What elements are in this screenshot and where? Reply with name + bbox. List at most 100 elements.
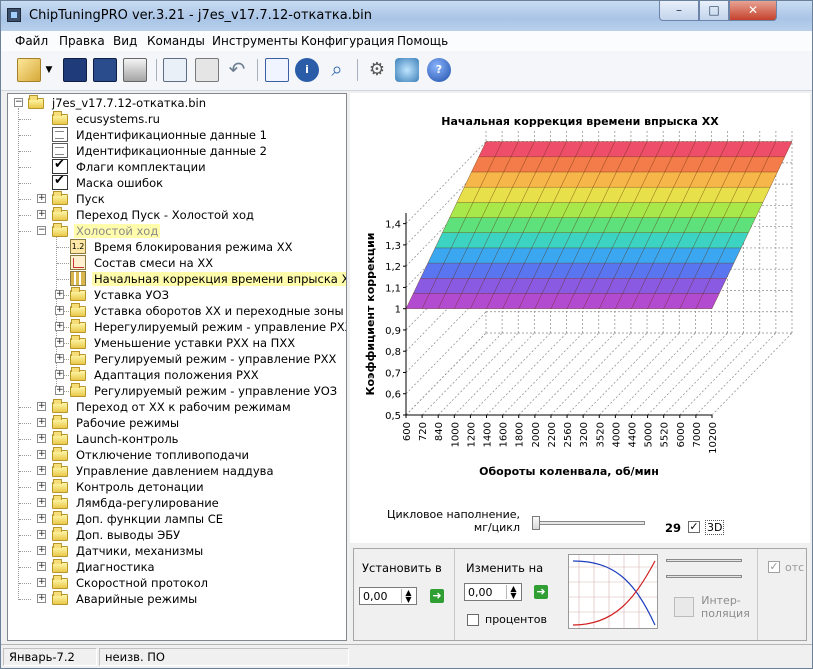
info-icon[interactable]: i bbox=[295, 58, 319, 82]
tree-item-label: Диагностика bbox=[76, 560, 155, 574]
tree-expand-icon[interactable]: − bbox=[37, 226, 46, 235]
tree-expand-icon[interactable]: + bbox=[37, 450, 46, 459]
tree-expand-icon[interactable]: + bbox=[37, 562, 46, 571]
floor-grid-line bbox=[534, 332, 616, 416]
menu-commands[interactable]: Команды bbox=[147, 34, 205, 48]
menu-tools[interactable]: Инструменты bbox=[212, 34, 298, 48]
connect-icon[interactable] bbox=[395, 58, 419, 82]
interp-slider-1[interactable] bbox=[666, 559, 742, 562]
tree-expand-icon[interactable]: + bbox=[37, 594, 46, 603]
tree-item[interactable]: + Рабочие режимы bbox=[8, 415, 338, 431]
tree-item[interactable]: + Уменьшение уставки РХХ на ПХХ bbox=[8, 335, 338, 351]
close-button[interactable]: ✕ bbox=[729, 1, 777, 21]
tree-item[interactable]: + Пуск bbox=[8, 191, 338, 207]
tree-item[interactable]: + Доп. функции лампы CE bbox=[8, 511, 338, 527]
cycle-slider-thumb[interactable] bbox=[532, 516, 540, 530]
save-icon[interactable] bbox=[63, 58, 87, 82]
print-icon[interactable] bbox=[123, 58, 147, 82]
tree-item[interactable]: + Контроль детонации bbox=[8, 479, 338, 495]
tree-guide-branch bbox=[19, 439, 31, 440]
tree-item[interactable]: + Доп. выводы ЭБУ bbox=[8, 527, 338, 543]
tree-item[interactable]: Маска ошибок bbox=[8, 173, 338, 191]
tree-item[interactable]: + Аварийные режимы bbox=[8, 591, 338, 607]
cut-checkbox[interactable]: ✓ bbox=[768, 561, 780, 573]
tree-expand-icon[interactable]: + bbox=[37, 482, 46, 491]
help-icon[interactable]: ? bbox=[427, 58, 451, 82]
tree-item[interactable]: + Управление давлением наддува bbox=[8, 463, 338, 479]
tree-expand-icon[interactable]: + bbox=[55, 306, 64, 315]
tree-expand-icon[interactable]: + bbox=[37, 514, 46, 523]
menu-help[interactable]: Помощь bbox=[397, 34, 448, 48]
tree-expand-icon[interactable]: + bbox=[37, 210, 46, 219]
tree-expand-icon[interactable]: + bbox=[55, 322, 64, 331]
set-value-input[interactable]: 0,00 ▲ ▼ bbox=[359, 587, 417, 605]
floor-grid-line bbox=[631, 332, 712, 416]
tree-item[interactable]: + Датчики, механизмы bbox=[8, 543, 338, 559]
interp-icon[interactable] bbox=[674, 597, 694, 617]
tree-item[interactable]: + Лямбда-регулирование bbox=[8, 495, 338, 511]
tree-item[interactable]: − Холостой ход bbox=[8, 223, 338, 239]
folder-icon bbox=[70, 287, 86, 301]
tree-expand-icon[interactable]: + bbox=[37, 402, 46, 411]
mode-3d-checkbox[interactable]: ✓ bbox=[688, 521, 700, 533]
tree-expand-icon[interactable]: + bbox=[55, 290, 64, 299]
tree-item[interactable]: + Регулируемый режим - управление РХХ bbox=[8, 351, 338, 367]
undo-icon[interactable]: ↶ bbox=[225, 58, 249, 82]
set-spin-icon[interactable]: ▲ ▼ bbox=[401, 589, 415, 604]
set-apply-button[interactable]: ➜ bbox=[430, 589, 444, 603]
tree-expand-icon[interactable]: + bbox=[37, 466, 46, 475]
paste-icon[interactable] bbox=[195, 58, 219, 82]
report-icon[interactable] bbox=[265, 58, 289, 82]
menu-config[interactable]: Конфигурация bbox=[301, 34, 394, 48]
menu-view[interactable]: Вид bbox=[113, 34, 137, 48]
tree-item[interactable]: Начальная коррекция времени впрыска ХХ bbox=[8, 271, 346, 287]
tree-item[interactable]: + Нерегулируемый режим - управление РХХ bbox=[8, 319, 346, 335]
percent-checkbox[interactable] bbox=[467, 614, 479, 626]
tree-expand-icon[interactable]: + bbox=[37, 434, 46, 443]
tree-item[interactable]: Идентификационные данные 1 bbox=[8, 127, 338, 143]
tree-item[interactable]: + Уставка УОЗ bbox=[8, 287, 338, 303]
tree-item[interactable]: + Уставка оборотов ХХ и переходные зоны bbox=[8, 303, 344, 319]
open-icon[interactable] bbox=[17, 58, 41, 82]
tree-item[interactable]: + Регулируемый режим - управление УОЗ bbox=[8, 383, 338, 399]
tree-root[interactable]: − j7es_v17.7.12-откатка.bin bbox=[8, 95, 338, 111]
tree-expand-icon[interactable]: + bbox=[37, 578, 46, 587]
dropdown-arrow-icon[interactable]: ▼ bbox=[43, 58, 55, 82]
tree-expand-icon[interactable]: + bbox=[37, 530, 46, 539]
tree-expand-icon[interactable]: + bbox=[37, 546, 46, 555]
tree-item[interactable]: + Диагностика bbox=[8, 559, 338, 575]
change-spin-icon[interactable]: ▲ ▼ bbox=[506, 585, 520, 600]
tree-item[interactable]: + Адаптация положения РХХ bbox=[8, 367, 338, 383]
maximize-button[interactable]: □ bbox=[699, 1, 729, 21]
settings-tools-icon[interactable]: ⚙ bbox=[365, 58, 389, 82]
tree-expand-icon[interactable]: + bbox=[37, 194, 46, 203]
tree-expand-icon[interactable]: + bbox=[37, 418, 46, 427]
change-value-input[interactable]: 0,00 ▲ ▼ bbox=[464, 583, 522, 601]
tree-item[interactable]: + Переход от ХХ к рабочим режимам bbox=[8, 399, 338, 415]
tree-item[interactable]: + Launch-контроль bbox=[8, 431, 338, 447]
tree-item[interactable]: ecusystems.ru bbox=[8, 111, 338, 127]
tree-expand-icon[interactable]: + bbox=[55, 370, 64, 379]
tree-item[interactable]: + Переход Пуск - Холостой ход bbox=[8, 207, 338, 223]
tree-expand-icon[interactable]: + bbox=[55, 338, 64, 347]
tree-item[interactable]: 1.2 Время блокирования режима ХХ bbox=[8, 239, 338, 255]
minimize-button[interactable]: – bbox=[659, 1, 699, 21]
menu-edit[interactable]: Правка bbox=[59, 34, 105, 48]
tree-item[interactable]: + Отключение топливоподачи bbox=[8, 447, 338, 463]
copy-icon[interactable] bbox=[163, 58, 187, 82]
tree-item[interactable]: + Скоростной протокол bbox=[8, 575, 338, 591]
tree-item-label: Идентификационные данные 2 bbox=[76, 144, 267, 158]
cycle-slider-track[interactable] bbox=[533, 521, 645, 525]
tree-expand-icon[interactable]: + bbox=[55, 386, 64, 395]
tree-expand-icon[interactable]: + bbox=[55, 354, 64, 363]
interp-slider-2[interactable] bbox=[666, 575, 742, 578]
tree-expand-icon[interactable]: + bbox=[37, 498, 46, 507]
tree-item[interactable]: Состав смеси на ХХ bbox=[8, 255, 338, 271]
tree-panel[interactable]: − j7es_v17.7.12-откатка.bin ecusystems.ru И… bbox=[7, 93, 347, 641]
save-as-icon[interactable] bbox=[93, 58, 117, 82]
search-icon[interactable]: ⌕ bbox=[325, 58, 349, 82]
change-apply-button[interactable]: ➜ bbox=[534, 585, 548, 599]
tree-root-collapse-icon[interactable]: − bbox=[14, 98, 23, 107]
x-tick-label: 1400 bbox=[483, 422, 494, 447]
menu-file[interactable]: Файл bbox=[15, 34, 48, 48]
